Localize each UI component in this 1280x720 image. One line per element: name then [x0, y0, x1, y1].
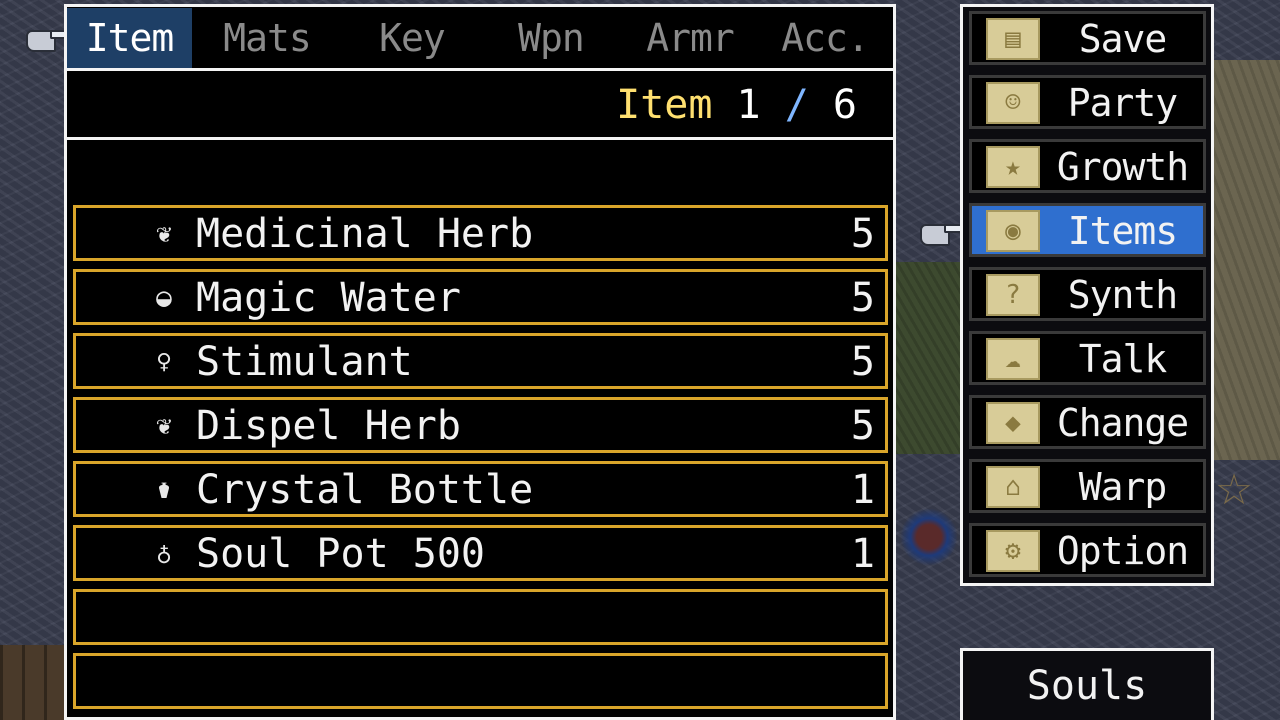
souls-panel: Souls	[960, 648, 1214, 720]
potion-icon: ♁	[156, 539, 172, 569]
menu-item-label: Change	[1056, 401, 1189, 445]
category-tabs: Item Mats Key Wpn Armr Acc.	[67, 7, 893, 71]
menu-item-save[interactable]: ▤ Save	[969, 11, 1206, 65]
grass-tile	[895, 262, 965, 454]
menu-item-label: Items	[1067, 209, 1178, 253]
item-quantity: 1	[850, 531, 875, 577]
item-counter: Item 1 / 6	[616, 82, 857, 128]
talk-icon: ☁	[986, 338, 1040, 380]
item-row-crystal-bottle[interactable]: ⚱ Crystal Bottle 1	[73, 461, 888, 517]
warp-icon: ⌂	[986, 466, 1040, 508]
item-quantity: 5	[850, 339, 875, 385]
tab-mats[interactable]: Mats	[192, 8, 342, 68]
item-row-empty[interactable]	[73, 589, 888, 645]
water-icon: ◒	[156, 283, 172, 313]
menu-item-label: Talk	[1078, 337, 1168, 381]
counter-total: 6	[832, 82, 857, 128]
command-menu: ▤ Save ☺ Party ★ Growth ◉ Items ? Synth …	[960, 4, 1214, 586]
menu-item-label: Synth	[1067, 273, 1178, 317]
item-window: Item Mats Key Wpn Armr Acc. Item 1 / 6 ❦…	[64, 4, 896, 720]
menu-item-label: Warp	[1078, 465, 1168, 509]
map-orb-sprite	[900, 508, 958, 566]
item-name: Medicinal Herb	[196, 211, 534, 257]
counter-current: 1	[736, 82, 761, 128]
item-quantity: 5	[850, 275, 875, 321]
menu-item-talk[interactable]: ☁ Talk	[969, 331, 1206, 385]
star-marker-icon: ☆	[1216, 450, 1253, 520]
tab-acc[interactable]: Acc.	[760, 8, 890, 68]
herb-icon: ❦	[156, 411, 172, 441]
item-row-stimulant[interactable]: ♀ Stimulant 5	[73, 333, 888, 389]
menu-item-synth[interactable]: ? Synth	[969, 267, 1206, 321]
tab-wpn[interactable]: Wpn	[482, 8, 620, 68]
item-counter-bar: Item 1 / 6	[67, 74, 893, 140]
menu-item-option[interactable]: ⚙ Option	[969, 523, 1206, 577]
item-row-medicinal-herb[interactable]: ❦ Medicinal Herb 5	[73, 205, 888, 261]
menu-item-label: Save	[1078, 17, 1168, 61]
save-icon: ▤	[986, 18, 1040, 60]
menu-item-label: Party	[1067, 81, 1178, 125]
item-name: Dispel Herb	[196, 403, 461, 449]
herb-icon: ❦	[156, 219, 172, 249]
menu-item-label: Growth	[1056, 145, 1189, 189]
change-icon: ◆	[986, 402, 1040, 444]
item-row-magic-water[interactable]: ◒ Magic Water 5	[73, 269, 888, 325]
item-quantity: 1	[850, 467, 875, 513]
dirt-path-tile	[1210, 60, 1280, 460]
item-name: Crystal Bottle	[196, 467, 534, 513]
item-row-soul-pot-500[interactable]: ♁ Soul Pot 500 1	[73, 525, 888, 581]
menu-item-warp[interactable]: ⌂ Warp	[969, 459, 1206, 513]
tab-armr[interactable]: Armr	[620, 8, 760, 68]
tab-item[interactable]: Item	[67, 7, 192, 68]
item-quantity: 5	[850, 211, 875, 257]
counter-separator: /	[784, 82, 809, 128]
item-quantity: 5	[850, 403, 875, 449]
menu-item-items[interactable]: ◉ Items	[969, 203, 1206, 257]
counter-label: Item	[616, 82, 713, 128]
item-row-empty[interactable]	[73, 653, 888, 709]
menu-item-label: Option	[1056, 529, 1189, 573]
items-icon: ◉	[986, 210, 1040, 252]
option-icon: ⚙	[986, 530, 1040, 572]
tab-key[interactable]: Key	[342, 8, 482, 68]
wooden-floor-tile	[0, 645, 66, 720]
stimulant-icon: ♀	[156, 347, 172, 377]
growth-icon: ★	[986, 146, 1040, 188]
item-name: Magic Water	[196, 275, 461, 321]
menu-item-growth[interactable]: ★ Growth	[969, 139, 1206, 193]
item-name: Soul Pot 500	[196, 531, 485, 577]
item-row-dispel-herb[interactable]: ❦ Dispel Herb 5	[73, 397, 888, 453]
menu-item-change[interactable]: ◆ Change	[969, 395, 1206, 449]
party-icon: ☺	[986, 82, 1040, 124]
item-name: Stimulant	[196, 339, 413, 385]
bottle-icon: ⚱	[156, 475, 172, 505]
menu-item-party[interactable]: ☺ Party	[969, 75, 1206, 129]
souls-label: Souls	[1026, 663, 1148, 709]
synth-icon: ?	[986, 274, 1040, 316]
